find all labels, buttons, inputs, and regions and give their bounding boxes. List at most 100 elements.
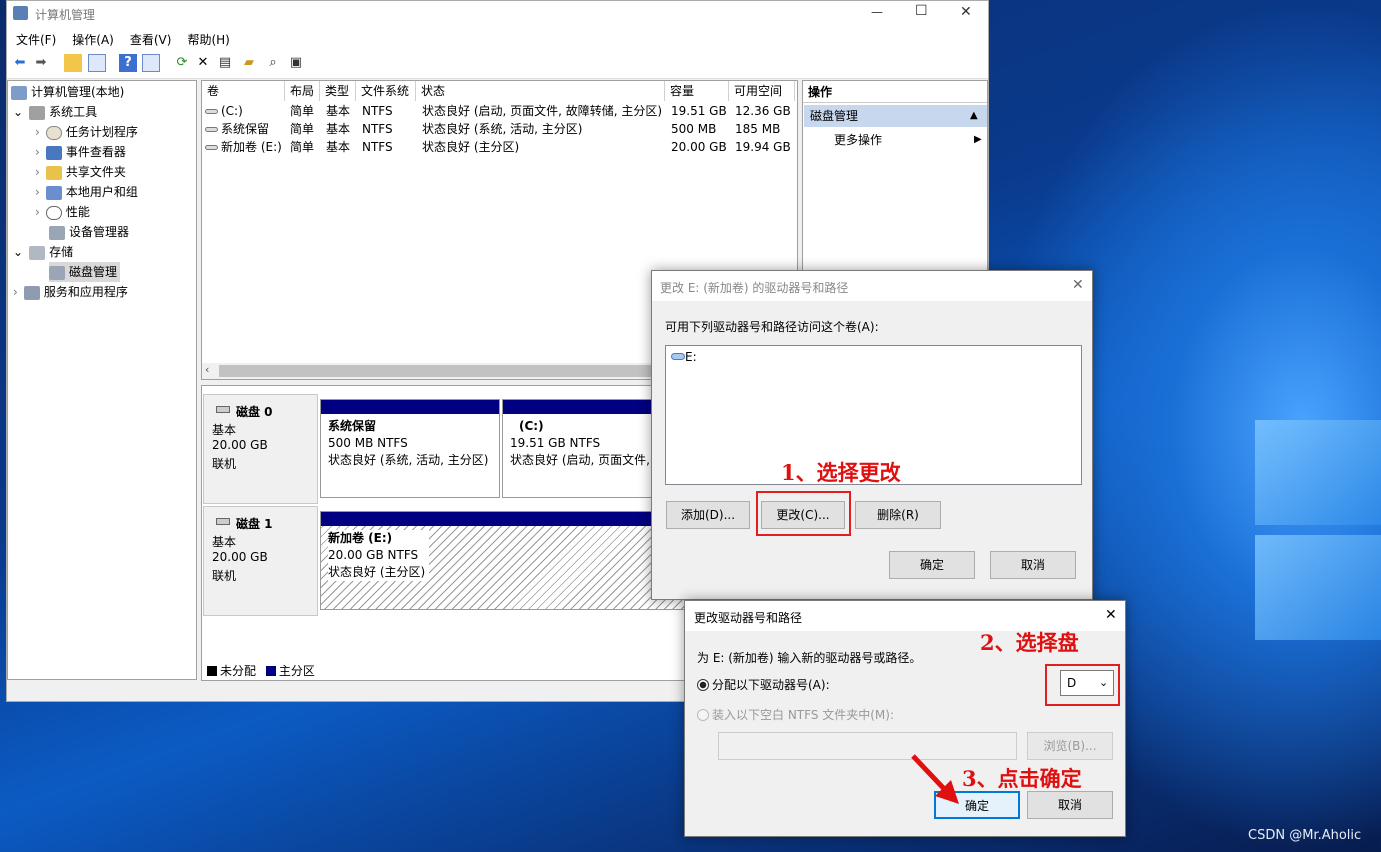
- assign-letter-radio[interactable]: 分配以下驱动器号(A):: [697, 677, 830, 693]
- toolbar: ⬅ ➡ ? ⟳ ✕ ▤ ▰ ⌕ ▣: [7, 49, 988, 79]
- back-arrow-icon[interactable]: ⬅: [11, 54, 29, 72]
- cancel-button[interactable]: 取消: [1027, 791, 1113, 819]
- performance-icon: [45, 205, 62, 220]
- menu-bar: 文件(F) 操作(A) 查看(V) 帮助(H): [7, 27, 988, 49]
- close-button[interactable]: ✕: [960, 4, 972, 20]
- annotation-arrow-icon: [911, 754, 959, 804]
- menu-help[interactable]: 帮助(H): [178, 27, 236, 48]
- highlight-drive-letter: [1045, 664, 1120, 706]
- show-action-pane-icon[interactable]: [142, 54, 160, 72]
- change-drive-letter-dialog: 更改 E: (新加卷) 的驱动器号和路径 ✕ 可用下列驱动器号和路径访问这个卷(…: [651, 270, 1093, 600]
- help-icon[interactable]: ?: [119, 54, 137, 72]
- legend-unallocated: 未分配: [220, 664, 257, 678]
- menu-file[interactable]: 文件(F): [7, 27, 63, 48]
- properties-icon[interactable]: ▤: [216, 54, 234, 72]
- tree-item-shared-folders[interactable]: › 共享文件夹: [35, 162, 126, 182]
- search-icon[interactable]: ⌕: [264, 54, 282, 72]
- open-folder-icon[interactable]: ▰: [240, 54, 258, 72]
- show-tree-icon[interactable]: [88, 54, 106, 72]
- list-item[interactable]: E:: [671, 350, 697, 366]
- partition-size: 19.51 GB NTFS: [510, 436, 601, 450]
- disk-icon: [216, 406, 230, 413]
- device-icon: [49, 225, 65, 240]
- disk-0-info[interactable]: 磁盘 0 基本 20.00 GB 联机: [203, 394, 318, 504]
- tree-item-event-viewer[interactable]: › 事件查看器: [35, 142, 126, 162]
- tree-item-local-users[interactable]: › 本地用户和组: [35, 182, 138, 202]
- drive-icon: [205, 127, 218, 132]
- actions-more[interactable]: 更多操作 ▶: [804, 130, 987, 150]
- settings-icon[interactable]: ▣: [287, 54, 305, 72]
- chevron-right-icon: ›: [35, 205, 40, 219]
- scroll-left-icon[interactable]: ‹: [205, 363, 209, 376]
- table-row[interactable]: 系统保留 简单 基本 NTFS 状态良好 (系统, 活动, 主分区) 500 MB 185 …: [202, 120, 797, 138]
- collapse-up-icon: ▲: [970, 110, 978, 121]
- tree-item-storage[interactable]: ⌄ 存储: [13, 242, 73, 262]
- partition-size: 20.00 GB NTFS: [328, 548, 419, 562]
- table-row[interactable]: (C:) 简单 基本 NTFS 状态良好 (启动, 页面文件, 故障转储, 主分区) 19…: [202, 102, 797, 120]
- tree-item-disk-management[interactable]: 磁盘管理: [49, 262, 121, 282]
- column-header-volume[interactable]: 卷: [202, 81, 285, 101]
- partition-system-reserved[interactable]: 系统保留 500 MB NTFS 状态良好 (系统, 活动, 主分区): [320, 399, 500, 498]
- tree-item-device-manager[interactable]: 设备管理器: [49, 222, 129, 242]
- column-header-type[interactable]: 类型: [320, 81, 356, 101]
- disk-icon: [216, 518, 230, 525]
- cell-free-space: 185 MB: [735, 122, 781, 136]
- cancel-button[interactable]: 取消: [990, 551, 1076, 579]
- dialog-title-bar: 更改 E: (新加卷) 的驱动器号和路径 ✕: [652, 271, 1092, 301]
- remove-button[interactable]: 删除(R): [855, 501, 941, 529]
- delete-icon[interactable]: ✕: [194, 54, 212, 72]
- cell-volume: 新加卷 (E:): [221, 140, 282, 154]
- cell-capacity: 20.00 GB: [671, 140, 727, 154]
- minimize-button[interactable]: —: [871, 5, 883, 19]
- disk-type: 基本: [212, 423, 237, 437]
- browse-button[interactable]: 浏览(B)...: [1027, 732, 1113, 760]
- menu-view[interactable]: 查看(V): [121, 27, 179, 48]
- drive-icon: [205, 109, 218, 114]
- tree-item-services[interactable]: › 服务和应用程序: [13, 282, 128, 302]
- table-row[interactable]: 新加卷 (E:) 简单 基本 NTFS 状态良好 (主分区) 20.00 GB 19.94 …: [202, 138, 797, 156]
- primary-swatch: [265, 666, 276, 676]
- up-folder-icon[interactable]: [64, 54, 82, 72]
- mount-folder-label: 装入以下空白 NTFS 文件夹中(M):: [712, 708, 895, 722]
- column-header-capacity[interactable]: 容量: [665, 81, 729, 101]
- folder-path-input[interactable]: [718, 732, 1017, 760]
- close-icon[interactable]: ✕: [1072, 277, 1084, 293]
- cell-free-space: 19.94 GB: [735, 140, 791, 154]
- scrollbar-thumb[interactable]: [219, 365, 659, 377]
- actions-header: 操作: [803, 81, 987, 103]
- add-button[interactable]: 添加(D)...: [666, 501, 750, 529]
- disk-icon: [49, 265, 65, 280]
- tree-label: 共享文件夹: [65, 165, 126, 179]
- cell-volume: (C:): [221, 104, 243, 118]
- highlight-change-button: [756, 491, 851, 536]
- disk-type: 基本: [212, 535, 237, 549]
- tree-item-performance[interactable]: › 性能: [35, 202, 90, 222]
- column-header-filesystem[interactable]: 文件系统: [356, 81, 416, 101]
- column-header-status[interactable]: 状态: [416, 81, 665, 101]
- mount-folder-radio[interactable]: 装入以下空白 NTFS 文件夹中(M):: [697, 707, 894, 723]
- partition-name: 系统保留: [328, 419, 377, 433]
- close-icon[interactable]: ✕: [1105, 607, 1117, 623]
- tree-item-system-tools[interactable]: ⌄ 系统工具: [13, 102, 97, 122]
- cell-capacity: 19.51 GB: [671, 104, 727, 118]
- column-header-layout[interactable]: 布局: [285, 81, 320, 101]
- chevron-down-icon: ⌄: [13, 105, 24, 119]
- users-icon: [45, 185, 62, 200]
- title-bar: 计算机管理 — ☐ ✕: [7, 1, 988, 27]
- legend-primary: 主分区: [278, 664, 315, 678]
- cell-layout: 简单: [290, 122, 315, 136]
- tree-item-computer[interactable]: 计算机管理(本地): [11, 82, 124, 102]
- disk-1-info[interactable]: 磁盘 1 基本 20.00 GB 联机: [203, 506, 318, 616]
- actions-section-disk-management[interactable]: 磁盘管理 ▲: [804, 105, 987, 127]
- refresh-icon[interactable]: ⟳: [173, 54, 191, 72]
- menu-action[interactable]: 操作(A): [63, 27, 121, 48]
- partition-name: 新加卷 (E:): [328, 531, 393, 545]
- chevron-right-icon: ›: [35, 165, 40, 179]
- actions-section-label: 磁盘管理: [810, 109, 859, 123]
- tree-item-task-scheduler[interactable]: › 任务计划程序: [35, 122, 138, 142]
- maximize-button[interactable]: ☐: [915, 3, 928, 19]
- column-header-free-space[interactable]: 可用空间: [729, 81, 795, 101]
- ok-button[interactable]: 确定: [889, 551, 975, 579]
- chevron-down-icon: ⌄: [13, 245, 24, 259]
- forward-arrow-icon[interactable]: ➡: [32, 54, 50, 72]
